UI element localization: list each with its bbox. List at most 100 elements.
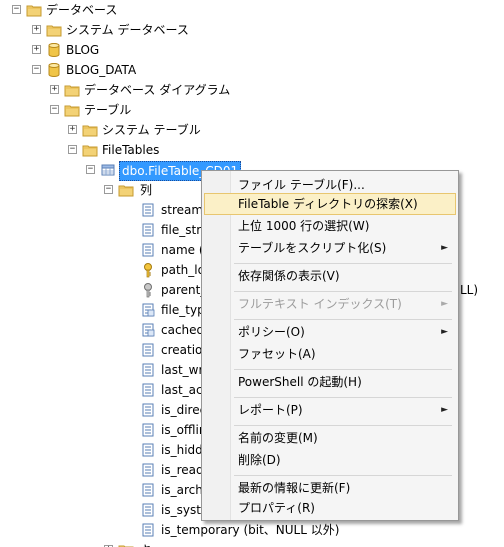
column-icon bbox=[140, 342, 156, 358]
column-item[interactable]: is_temporary (bit、NULL 以外) bbox=[0, 520, 400, 540]
menu-item-label: フルテキスト インデックス(T) bbox=[238, 297, 402, 311]
tree-node-filetables[interactable]: − FileTables bbox=[0, 140, 300, 160]
column-label: is_arch bbox=[161, 483, 203, 497]
menu-item-label: テーブルをスクリプト化(S) bbox=[238, 241, 387, 255]
menu-item-start-powershell[interactable]: PowerShell の起動(H) bbox=[204, 371, 456, 393]
column-item[interactable]: is_offlir bbox=[0, 420, 210, 440]
column-item[interactable]: is_arch bbox=[0, 480, 210, 500]
column-item[interactable]: cached_ bbox=[0, 320, 210, 340]
menu-item-reports[interactable]: レポート(P) ► bbox=[204, 399, 456, 421]
folder-icon bbox=[82, 122, 98, 138]
database-icon bbox=[46, 62, 62, 78]
submenu-arrow-icon: ► bbox=[441, 243, 448, 253]
column-label: is_temporary (bit、NULL 以外) bbox=[161, 523, 340, 537]
menu-item-properties[interactable]: プロパティ(R) bbox=[204, 497, 456, 519]
column-item[interactable]: name ( bbox=[0, 240, 210, 260]
menu-item-label: PowerShell の起動(H) bbox=[238, 375, 362, 389]
expand-toggle[interactable]: + bbox=[50, 85, 59, 94]
column-icon bbox=[140, 362, 156, 378]
column-type-suffix: LL) bbox=[460, 283, 479, 297]
menu-item-explore-directory[interactable]: FileTable ディレクトリの探索(X) bbox=[204, 193, 456, 215]
folder-icon bbox=[64, 82, 80, 98]
submenu-arrow-icon: ► bbox=[441, 327, 448, 337]
tree-node-label: BLOG bbox=[66, 43, 100, 57]
column-icon bbox=[140, 442, 156, 458]
tree-node-databases[interactable]: − データベース bbox=[0, 0, 300, 20]
column-label: is_hidd bbox=[161, 443, 203, 457]
menu-item-rename[interactable]: 名前の変更(M) bbox=[204, 427, 456, 449]
collapse-toggle[interactable]: − bbox=[86, 165, 95, 174]
column-item[interactable]: creatio bbox=[0, 340, 210, 360]
collapse-toggle[interactable]: − bbox=[68, 145, 77, 154]
column-item[interactable]: is_read bbox=[0, 460, 210, 480]
column-icon bbox=[140, 522, 156, 538]
menu-separator bbox=[234, 425, 452, 426]
column-label: stream bbox=[161, 203, 204, 217]
menu-item-label: 依存関係の表示(V) bbox=[238, 269, 340, 283]
folder-icon bbox=[118, 542, 134, 547]
menu-separator bbox=[234, 291, 452, 292]
tree-node-system-databases[interactable]: + システム データベース bbox=[0, 20, 300, 40]
column-item[interactable]: last_ac bbox=[0, 380, 210, 400]
column-label: name ( bbox=[161, 243, 204, 257]
column-item[interactable]: file_typ bbox=[0, 300, 210, 320]
column-label: is_offlir bbox=[161, 423, 204, 437]
column-icon bbox=[140, 382, 156, 398]
column-item[interactable]: is_direc bbox=[0, 400, 210, 420]
tree-node-blog[interactable]: + BLOG bbox=[0, 40, 300, 60]
menu-item-fulltext-index[interactable]: フルテキスト インデックス(T) ► bbox=[204, 293, 456, 315]
column-item[interactable]: path_lo bbox=[0, 260, 210, 280]
tree-node-label: FileTables bbox=[102, 143, 160, 157]
menu-separator bbox=[234, 263, 452, 264]
collapse-toggle[interactable]: − bbox=[12, 5, 21, 14]
tree-node-system-tables[interactable]: + システム テーブル bbox=[0, 120, 300, 140]
menu-item-view-dependencies[interactable]: 依存関係の表示(V) bbox=[204, 265, 456, 287]
column-icon bbox=[140, 202, 156, 218]
expand-toggle[interactable]: + bbox=[68, 125, 77, 134]
expand-toggle[interactable]: + bbox=[32, 45, 41, 54]
column-item[interactable]: file_str bbox=[0, 220, 210, 240]
menu-item-script-table-as[interactable]: テーブルをスクリプト化(S) ► bbox=[204, 237, 456, 259]
column-icon bbox=[140, 502, 156, 518]
column-item[interactable]: stream bbox=[0, 200, 210, 220]
column-label: is_syst bbox=[161, 503, 201, 517]
submenu-arrow-icon: ► bbox=[441, 405, 448, 415]
tree-node-diagrams[interactable]: + データベース ダイアグラム bbox=[0, 80, 300, 100]
menu-item-label: ファセット(A) bbox=[238, 347, 316, 361]
menu-item-select-top-1000[interactable]: 上位 1000 行の選択(W) bbox=[204, 215, 456, 237]
tree-node-label: キ bbox=[140, 540, 152, 547]
column-icon bbox=[140, 402, 156, 418]
computed-column-icon bbox=[140, 302, 156, 318]
collapse-toggle[interactable]: − bbox=[32, 65, 41, 74]
column-label: is_direc bbox=[161, 403, 207, 417]
folder-icon bbox=[46, 22, 62, 38]
column-item[interactable]: is_hidd bbox=[0, 440, 210, 460]
tree-node-label: テーブル bbox=[84, 103, 132, 117]
folder-icon bbox=[26, 2, 42, 18]
column-label: creatio bbox=[161, 343, 203, 357]
column-item[interactable]: last_wr bbox=[0, 360, 210, 380]
key-icon bbox=[140, 282, 156, 298]
column-icon bbox=[140, 482, 156, 498]
menu-item-delete[interactable]: 削除(D) bbox=[204, 449, 456, 471]
menu-item-label: 最新の情報に更新(F) bbox=[238, 481, 351, 495]
menu-item-policies[interactable]: ポリシー(O) ► bbox=[204, 321, 456, 343]
menu-item-refresh[interactable]: 最新の情報に更新(F) bbox=[204, 477, 456, 499]
tree-node-tables[interactable]: − テーブル bbox=[0, 100, 300, 120]
collapse-toggle[interactable]: − bbox=[50, 105, 59, 114]
column-label: parent_ bbox=[161, 283, 207, 297]
tree-node-blog-data[interactable]: − BLOG_DATA bbox=[0, 60, 300, 80]
column-icon bbox=[140, 422, 156, 438]
menu-item-label: FileTable ディレクトリの探索(X) bbox=[238, 197, 418, 211]
folder-icon bbox=[118, 182, 134, 198]
folder-icon bbox=[82, 142, 98, 158]
column-item[interactable]: is_syst bbox=[0, 500, 210, 520]
column-icon bbox=[140, 222, 156, 238]
tree-node-partial[interactable]: + キ bbox=[0, 540, 200, 547]
expand-toggle[interactable]: + bbox=[32, 25, 41, 34]
menu-item-label: レポート(P) bbox=[238, 403, 303, 417]
context-menu: ファイル テーブル(F)... FileTable ディレクトリの探索(X) 上… bbox=[201, 170, 459, 521]
menu-item-facets[interactable]: ファセット(A) bbox=[204, 343, 456, 365]
tree-node-columns[interactable]: − 列 bbox=[0, 180, 200, 200]
collapse-toggle[interactable]: − bbox=[104, 185, 113, 194]
